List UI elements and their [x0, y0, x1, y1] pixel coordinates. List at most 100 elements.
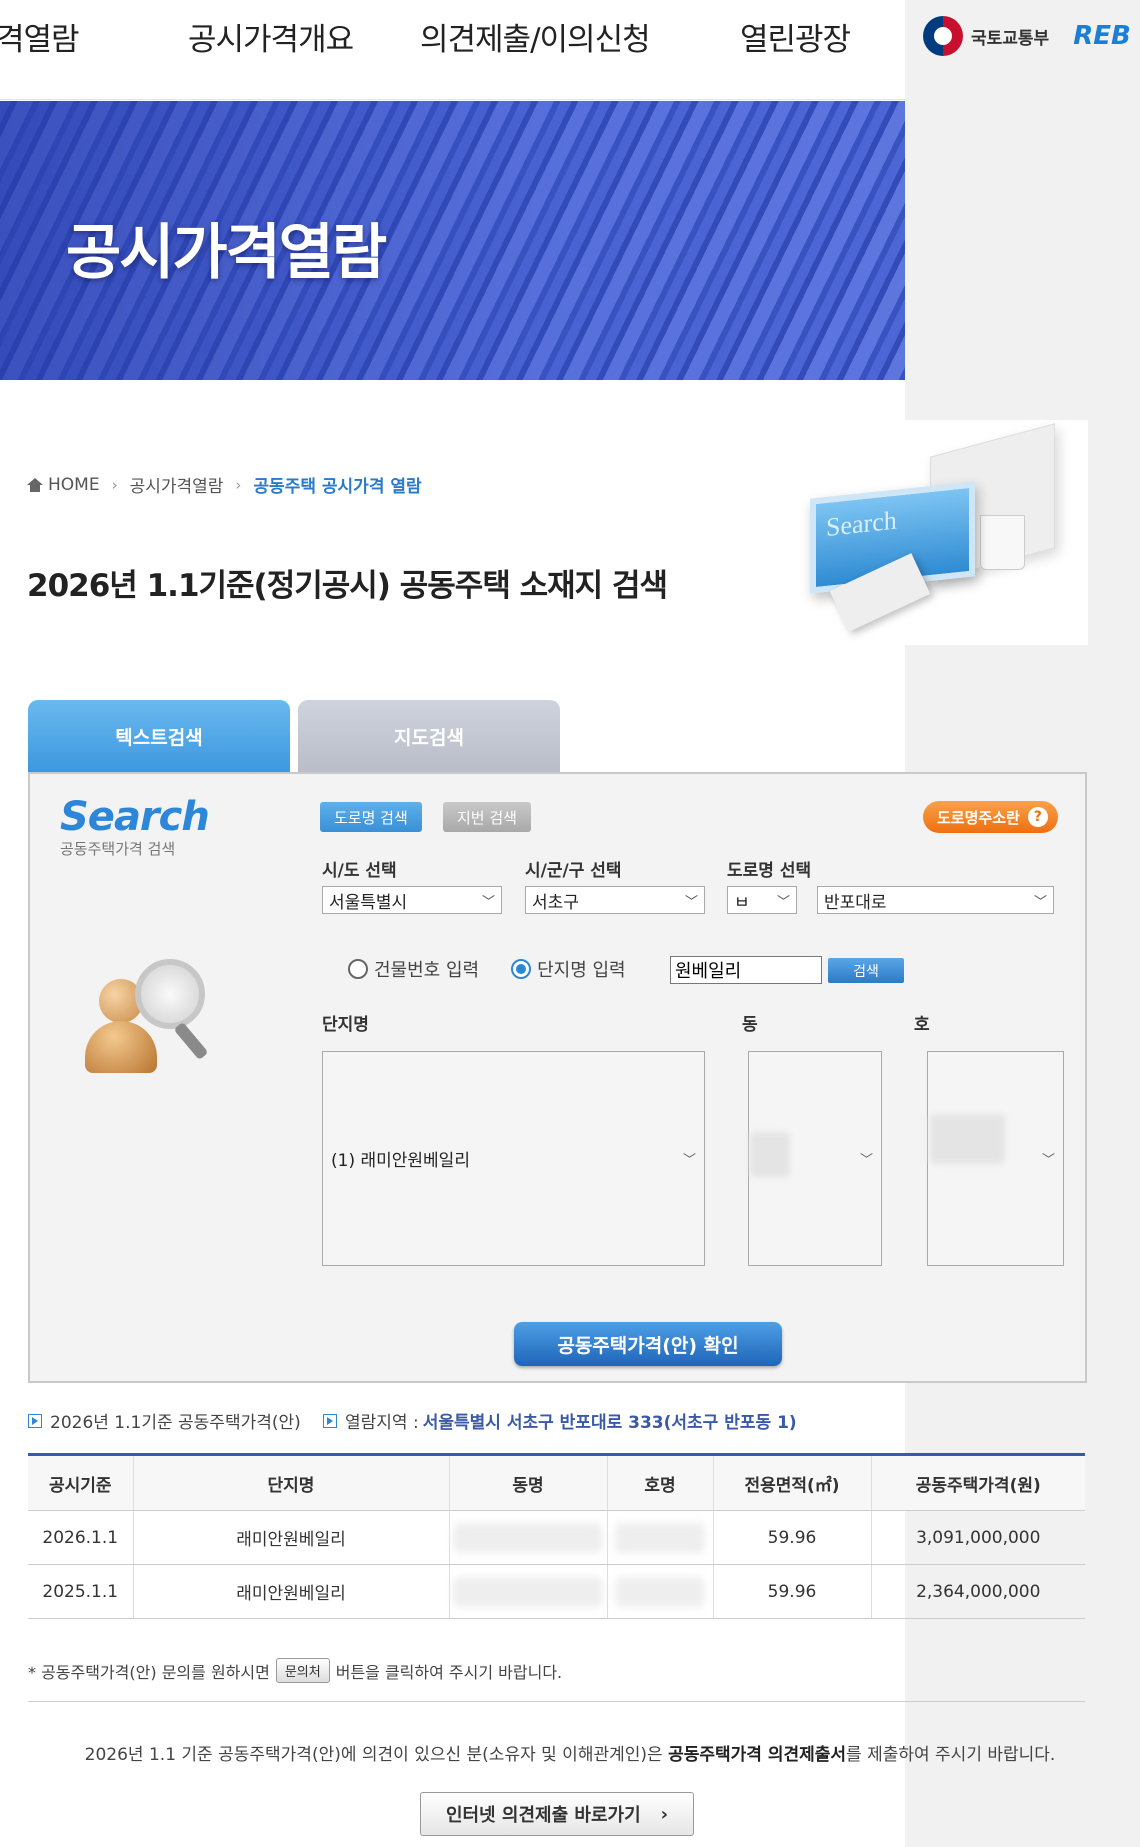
table-row: 2025.1.1 래미안원베일리 59.96 2,364,000,000 [28, 1564, 1085, 1619]
breadcrumb-level1[interactable]: 공시가격열람 [130, 472, 224, 497]
road-initial-value: ㅂ [734, 892, 750, 913]
opinion-notice: 2026년 1.1 기준 공동주택가격(안)에 의견이 있으신 분(소유자 및 … [0, 1740, 1140, 1765]
radio-complex-name[interactable] [511, 959, 532, 979]
complex-name-input[interactable] [670, 956, 822, 984]
chevron-down-icon: ﹀ [1041, 1153, 1055, 1168]
cell-price: 3,091,000,000 [870, 1510, 1085, 1565]
search-illustration: Search [680, 420, 1088, 645]
note-suffix: 버튼을 클릭하여 주시기 바랍니다. [335, 1662, 563, 1682]
note-prefix: * 공동주택가격(안) 문의를 원하시면 [28, 1662, 270, 1682]
road-address-guide-label: 도로명주소란 [937, 808, 1020, 827]
user-magnifier-icon [85, 959, 215, 1084]
col-dong: 동명 [448, 1453, 607, 1511]
cell-dong-redacted [448, 1510, 607, 1565]
col-complex: 단지명 [132, 1453, 449, 1511]
road-name-value: 반포대로 [824, 892, 887, 913]
road-label: 도로명 선택 [727, 861, 812, 881]
breadcrumb-home[interactable]: HOME [48, 475, 100, 495]
nav-item-opinion-objection[interactable]: 의견제출/이의신청 [420, 14, 651, 59]
cell-ho-redacted [606, 1510, 713, 1565]
table-header-row: 공시기준 단지명 동명 호명 전용면적(㎡) 공동주택가격(원) [28, 1453, 1085, 1511]
cell-price: 2,364,000,000 [870, 1564, 1085, 1619]
road-name-select[interactable]: 반포대로 ﹀ [817, 886, 1054, 914]
banner-title: 공시가격열람 [66, 218, 387, 288]
cell-dong-redacted [448, 1564, 607, 1619]
home-icon [27, 477, 43, 492]
nav-item-price-view[interactable]: 격열람 [0, 14, 80, 59]
area-label: 열람지역 : [345, 1413, 419, 1433]
cell-area: 59.96 [712, 1564, 871, 1619]
chevron-down-icon: ﹀ [684, 894, 698, 910]
sigungu-select[interactable]: 서초구 ﹀ [525, 886, 705, 914]
help-icon: ? [1027, 807, 1048, 827]
top-navigation: 격열람 공시가격개요 의견제출/이의신청 열린광장 [0, 0, 905, 100]
chevron-right-icon: › [111, 475, 118, 494]
reb-logo[interactable]: REB [1073, 21, 1131, 51]
breadcrumb: HOME › 공시가격열람 › 공동주택 공시가격 열람 [27, 472, 422, 497]
page-title: 2026년 1.1기준(정기공시) 공동주택 소재지 검색 [27, 568, 668, 604]
search-logo-subtitle: 공동주택가격 검색 [60, 840, 176, 858]
sigungu-value: 서초구 [532, 892, 579, 913]
search-logo: Search 공동주택가격 검색 [60, 794, 210, 859]
chevron-down-icon: ﹀ [859, 1153, 873, 1168]
complex-list-label: 단지명 [322, 1015, 369, 1035]
search-type-radio-group: 건물번호 입력 단지명 입력 [348, 956, 626, 982]
cell-complex: 래미안원베일리 [132, 1510, 449, 1565]
redacted-ho-value [930, 1114, 1005, 1164]
table-row: 2026.1.1 래미안원베일리 59.96 3,091,000,000 [28, 1510, 1085, 1565]
radio-building-number[interactable] [348, 959, 368, 979]
basis-info: 2026년 1.1기준 공동주택가격(안) [28, 1408, 301, 1433]
notice-strong: 공동주택가격 의견제출서 [668, 1745, 847, 1765]
chevron-down-icon: ﹀ [682, 1153, 696, 1168]
chevron-right-icon: › [235, 475, 242, 494]
search-logo-title: Search [60, 794, 210, 840]
sido-value: 서울특별시 [329, 892, 408, 913]
cell-basis: 2025.1.1 [28, 1564, 133, 1619]
molit-emblem-icon [923, 16, 963, 56]
complex-listbox[interactable]: (1) 래미안원베일리 ﹀ [322, 1051, 705, 1266]
radio-complex-name-label[interactable]: 단지명 입력 [537, 956, 626, 982]
notice-part1: 2026년 1.1 기준 공동주택가격(안)에 의견이 있으신 분(소유자 및 … [84, 1745, 663, 1765]
chevron-down-icon: ﹀ [481, 894, 495, 910]
contact-button[interactable]: 문의처 [275, 1658, 330, 1683]
basis-text: 2026년 1.1기준 공동주택가격(안) [50, 1413, 301, 1433]
col-basis: 공시기준 [28, 1453, 133, 1511]
area-value: 서울특별시 서초구 반포대로 333(서초구 반포동 1) [422, 1413, 797, 1433]
internet-opinion-label: 인터넷 의견제출 바로가기 [445, 1805, 641, 1826]
hero-banner: 공시가격열람 [0, 101, 905, 380]
nav-item-open-square[interactable]: 열린광장 [740, 14, 851, 59]
divider [28, 1701, 1085, 1702]
sido-select[interactable]: 서울특별시 ﹀ [322, 886, 502, 914]
search-panel: Search 공동주택가격 검색 도로명 검색 지번 검색 도로명주소란 ? 시… [28, 772, 1087, 1383]
cell-complex: 래미안원베일리 [132, 1564, 449, 1619]
molit-logo-text[interactable]: 국토교통부 [971, 24, 1049, 49]
tab-map-search[interactable]: 지도검색 [298, 700, 560, 772]
road-initial-select[interactable]: ㅂ ﹀ [727, 886, 797, 914]
cell-basis: 2026.1.1 [28, 1510, 133, 1565]
complex-search-button[interactable]: 검색 [828, 958, 904, 983]
col-area: 전용면적(㎡) [712, 1453, 871, 1511]
road-address-guide-button[interactable]: 도로명주소란 ? [923, 801, 1058, 833]
logos: 국토교통부 REB [923, 16, 1131, 56]
confirm-price-button[interactable]: 공동주택가격(안) 확인 [514, 1322, 782, 1366]
col-ho: 호명 [606, 1453, 713, 1511]
illustration-search-text: Search [826, 505, 897, 542]
cell-area: 59.96 [712, 1510, 871, 1565]
nav-item-price-overview[interactable]: 공시가격개요 [188, 14, 354, 59]
jibun-search-button[interactable]: 지번 검색 [443, 802, 531, 832]
radio-building-number-label[interactable]: 건물번호 입력 [374, 956, 479, 982]
road-search-button[interactable]: 도로명 검색 [320, 802, 422, 832]
complex-list-item[interactable]: (1) 래미안원베일리 [331, 1146, 470, 1171]
dong-label: 동 [742, 1015, 758, 1035]
col-price: 공동주택가격(원) [870, 1453, 1085, 1511]
tab-text-search[interactable]: 텍스트검색 [28, 700, 290, 772]
contact-note: * 공동주택가격(안) 문의를 원하시면 문의처 버튼을 클릭하여 주시기 바랍… [28, 1658, 562, 1683]
bullet-arrow-icon [28, 1413, 42, 1428]
internet-opinion-button[interactable]: 인터넷 의견제출 바로가기 › [420, 1792, 694, 1836]
cell-ho-redacted [606, 1564, 713, 1619]
bullet-arrow-icon [323, 1413, 337, 1428]
ho-label: 호 [914, 1015, 930, 1035]
sigungu-label: 시/군/구 선택 [525, 861, 622, 881]
breadcrumb-current[interactable]: 공동주택 공시가격 열람 [253, 472, 421, 497]
pencil-cup-icon [980, 515, 1025, 570]
